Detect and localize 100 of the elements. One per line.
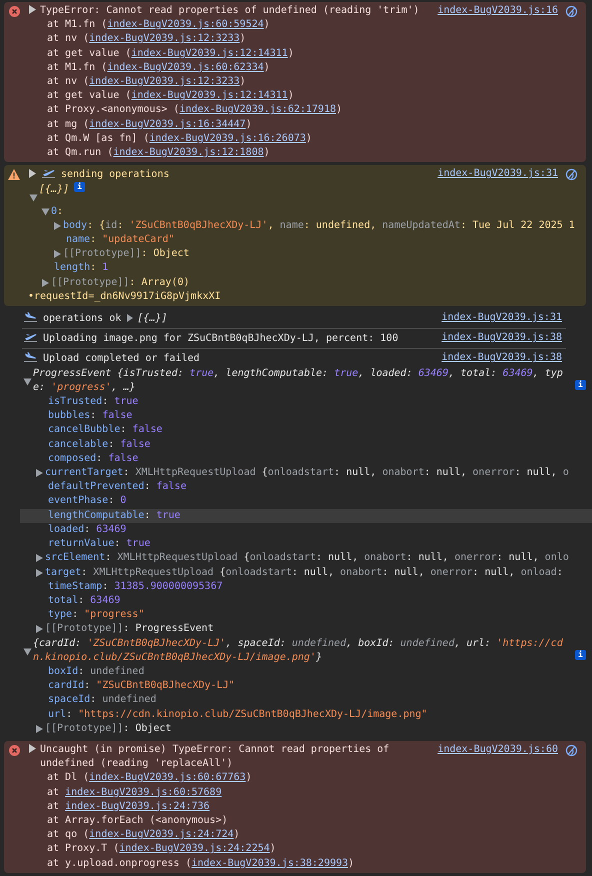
property-text: target: XMLHttpRequestUpload {onloadstart: null, onabort: null, onerror: null, onload: bbox=[45, 566, 563, 578]
property-text: [[Prototype]]: ProgressEvent bbox=[45, 623, 214, 634]
property-text: [{…}] bbox=[39, 183, 70, 198]
disclosure-triangle[interactable] bbox=[30, 194, 38, 202]
source-link[interactable]: index-BugV2039.js:38 bbox=[442, 331, 562, 346]
stack-frame: at Qm.W [as fn] (index-BugV2039.js:16:26073) bbox=[47, 132, 586, 146]
property-text: returnValue: true bbox=[48, 538, 150, 550]
disclosure-triangle[interactable] bbox=[29, 5, 36, 14]
airplane-icon bbox=[24, 351, 37, 362]
property-text: [[Prototype]]: Object bbox=[45, 722, 172, 734]
stack-frame: at nv (index-BugV2039.js:12:3233) bbox=[47, 75, 586, 90]
property-text: name: "updateCard" bbox=[66, 234, 174, 246]
source-link[interactable]: index-BugV2039.js:60:62334 bbox=[107, 62, 264, 73]
property-text: cancelable: false bbox=[48, 438, 150, 450]
property-text: url: "https://cdn.kinopio.club/ZSuCBntB0qBJhecXDy-LJ/image.png" bbox=[48, 708, 428, 720]
disclosure-triangle[interactable] bbox=[36, 724, 43, 733]
source-link[interactable]: index-BugV2039.js:60:67763 bbox=[89, 772, 246, 784]
property-text: 0: bbox=[51, 206, 64, 217]
source-link[interactable]: index-BugV2039.js:31 bbox=[438, 167, 558, 182]
stack-frame: at index-BugV2039.js:24:736 bbox=[47, 800, 586, 814]
error-icon bbox=[8, 6, 20, 17]
disclosure-triangle[interactable] bbox=[36, 568, 43, 577]
source-link[interactable]: index-BugV2039.js:12:1808 bbox=[113, 147, 264, 158]
stack-frame: at Proxy.<anonymous> (index-BugV2039.js:62:17918) bbox=[47, 103, 586, 118]
source-link[interactable]: index-BugV2039.js:12:14311 bbox=[131, 48, 288, 59]
stack-frame: at get value (index-BugV2039.js:12:14311) bbox=[47, 89, 586, 104]
stack-frame: at mg (index-BugV2039.js:16:34447) bbox=[47, 118, 586, 132]
property-text: eventPhase: 0 bbox=[48, 495, 126, 506]
disclosure-triangle[interactable] bbox=[36, 554, 43, 562]
source-link[interactable]: index-BugV2039.js:12:3233 bbox=[89, 33, 240, 44]
source-link[interactable]: index-BugV2039.js:62:17918 bbox=[179, 104, 336, 116]
property-text: type: "progress" bbox=[48, 609, 144, 620]
swirl-icon[interactable] bbox=[565, 744, 578, 757]
property-text: currentTarget: XMLHttpRequestUpload {onloadstart: null, onabort: null, onerror: null, o bbox=[45, 467, 569, 478]
disclosure-triangle[interactable] bbox=[42, 278, 49, 287]
property-text: composed: false bbox=[48, 452, 138, 464]
disclosure-triangle[interactable] bbox=[36, 469, 43, 478]
property-text: spaceId: undefined bbox=[48, 694, 156, 706]
request-id-note: •requestId=_dn6Nv9917iG8pVjmkxXI bbox=[27, 290, 222, 304]
property-text: isTrusted: true bbox=[48, 396, 138, 408]
property-text: [[Prototype]]: Array(0) bbox=[51, 276, 190, 288]
log-message: Uploading image.png for ZSuCBntB0qBJhecXDy-LJ, percent: 100 bbox=[43, 333, 398, 344]
stack-frame: at index-BugV2039.js:60:57689 bbox=[47, 786, 586, 800]
disclosure-triangle[interactable] bbox=[24, 378, 32, 386]
stack-frame: at Proxy.T (index-BugV2039.js:24:2254) bbox=[47, 842, 586, 857]
airplane-icon bbox=[24, 331, 37, 342]
stack-frame: at y.upload.onprogress (index-BugV2039.js:38:29993) bbox=[47, 856, 586, 871]
stack-frame: at Array.forEach (<anonymous>) bbox=[47, 814, 586, 828]
warning-message: sending operations bbox=[61, 169, 170, 180]
info-badge[interactable]: i bbox=[575, 380, 586, 390]
error-message: Uncaught (in promise) TypeError: Cannot read properties of undefined (reading 'replaceAll') bbox=[40, 742, 390, 772]
stack-frame: at M1.fn (index-BugV2039.js:60:59524) bbox=[47, 18, 586, 32]
disclosure-triangle[interactable] bbox=[29, 169, 36, 178]
property-text: cardId: "ZSuCBntB0qBJhecXDy-LJ" bbox=[48, 680, 235, 692]
stack-frame: at Dl (index-BugV2039.js:60:67763) bbox=[47, 771, 586, 786]
disclosure-triangle[interactable] bbox=[36, 625, 43, 634]
source-link[interactable]: index-BugV2039.js:16 bbox=[438, 4, 558, 18]
source-link[interactable]: index-BugV2039.js:24:724 bbox=[89, 829, 234, 840]
property-text: total: 63469 bbox=[48, 594, 120, 606]
disclosure-triangle[interactable] bbox=[54, 250, 61, 258]
source-link[interactable]: index-BugV2039.js:12:14311 bbox=[131, 90, 288, 102]
source-link[interactable]: index-BugV2039.js:38 bbox=[442, 351, 562, 366]
object-summary[interactable]: [{…}] bbox=[137, 313, 168, 324]
property-text: cancelBubble: false bbox=[48, 424, 162, 436]
property-text: boxId: undefined bbox=[48, 666, 144, 677]
source-link[interactable]: index-BugV2039.js:60:57689 bbox=[65, 786, 222, 798]
log-message: operations ok bbox=[43, 313, 122, 324]
disclosure-triangle[interactable] bbox=[127, 314, 134, 322]
source-link[interactable]: index-BugV2039.js:38:29993 bbox=[192, 858, 348, 869]
stack-frame: at get value (index-BugV2039.js:12:14311) bbox=[47, 46, 586, 61]
stack-frame: at M1.fn (index-BugV2039.js:60:62334) bbox=[47, 60, 586, 76]
source-link[interactable]: index-BugV2039.js:60:59524 bbox=[107, 19, 264, 30]
source-link[interactable]: index-BugV2039.js:60 bbox=[438, 742, 558, 758]
swirl-icon[interactable] bbox=[565, 4, 578, 18]
source-link[interactable]: index-BugV2039.js:24:736 bbox=[65, 800, 210, 812]
source-link[interactable]: index-BugV2039.js:31 bbox=[442, 311, 562, 326]
airplane-icon bbox=[42, 167, 55, 178]
disclosure-triangle[interactable] bbox=[24, 648, 32, 656]
source-link[interactable]: index-BugV2039.js:24:2254 bbox=[119, 843, 270, 854]
property-text: defaultPrevented: false bbox=[48, 481, 186, 492]
property-text: lengthComputable: true bbox=[48, 510, 180, 521]
info-badge[interactable]: i bbox=[575, 650, 586, 660]
disclosure-triangle[interactable] bbox=[29, 744, 36, 753]
property-text: ProgressEvent {isTrusted: true, lengthComputable: true, loaded: 63469, total: 63469, type: 'progress', …} bbox=[33, 366, 564, 395]
source-link[interactable]: index-BugV2039.js:16:34447 bbox=[89, 118, 246, 130]
stack-frame: at nv (index-BugV2039.js:12:3233) bbox=[47, 32, 586, 47]
property-text: {cardId: 'ZSuCBntB0qBJhecXDy-LJ', spaceId: undefined, boxId: undefined, url: 'https://cdn.kinopio.club/ZSuCBntB0qBJhecXDy-LJ/image.png'} bbox=[33, 636, 564, 665]
property-text: loaded: 63469 bbox=[48, 524, 126, 535]
source-link[interactable]: index-BugV2039.js:12:3233 bbox=[89, 76, 240, 88]
property-text: body: {id: 'ZSuCBntB0qBJhecXDy-LJ', name: undefined, nameUpdatedAt: Tue Jul 22 2025 1 bbox=[63, 220, 575, 231]
property-text: bubbles: false bbox=[48, 410, 132, 422]
info-badge[interactable]: i bbox=[74, 182, 85, 192]
error-message: TypeError: Cannot read properties of undefined (reading 'trim') bbox=[40, 4, 420, 18]
stack-frame: at qo (index-BugV2039.js:24:724) bbox=[47, 828, 586, 842]
swirl-icon[interactable] bbox=[565, 168, 578, 181]
property-text: srcElement: XMLHttpRequestUpload {onloadstart: null, onabort: null, onerror: null, onlo bbox=[45, 552, 569, 564]
disclosure-triangle[interactable] bbox=[54, 222, 61, 230]
source-link[interactable]: index-BugV2039.js:16:26073 bbox=[149, 132, 306, 144]
disclosure-triangle[interactable] bbox=[42, 208, 50, 216]
airplane-icon bbox=[24, 311, 37, 322]
